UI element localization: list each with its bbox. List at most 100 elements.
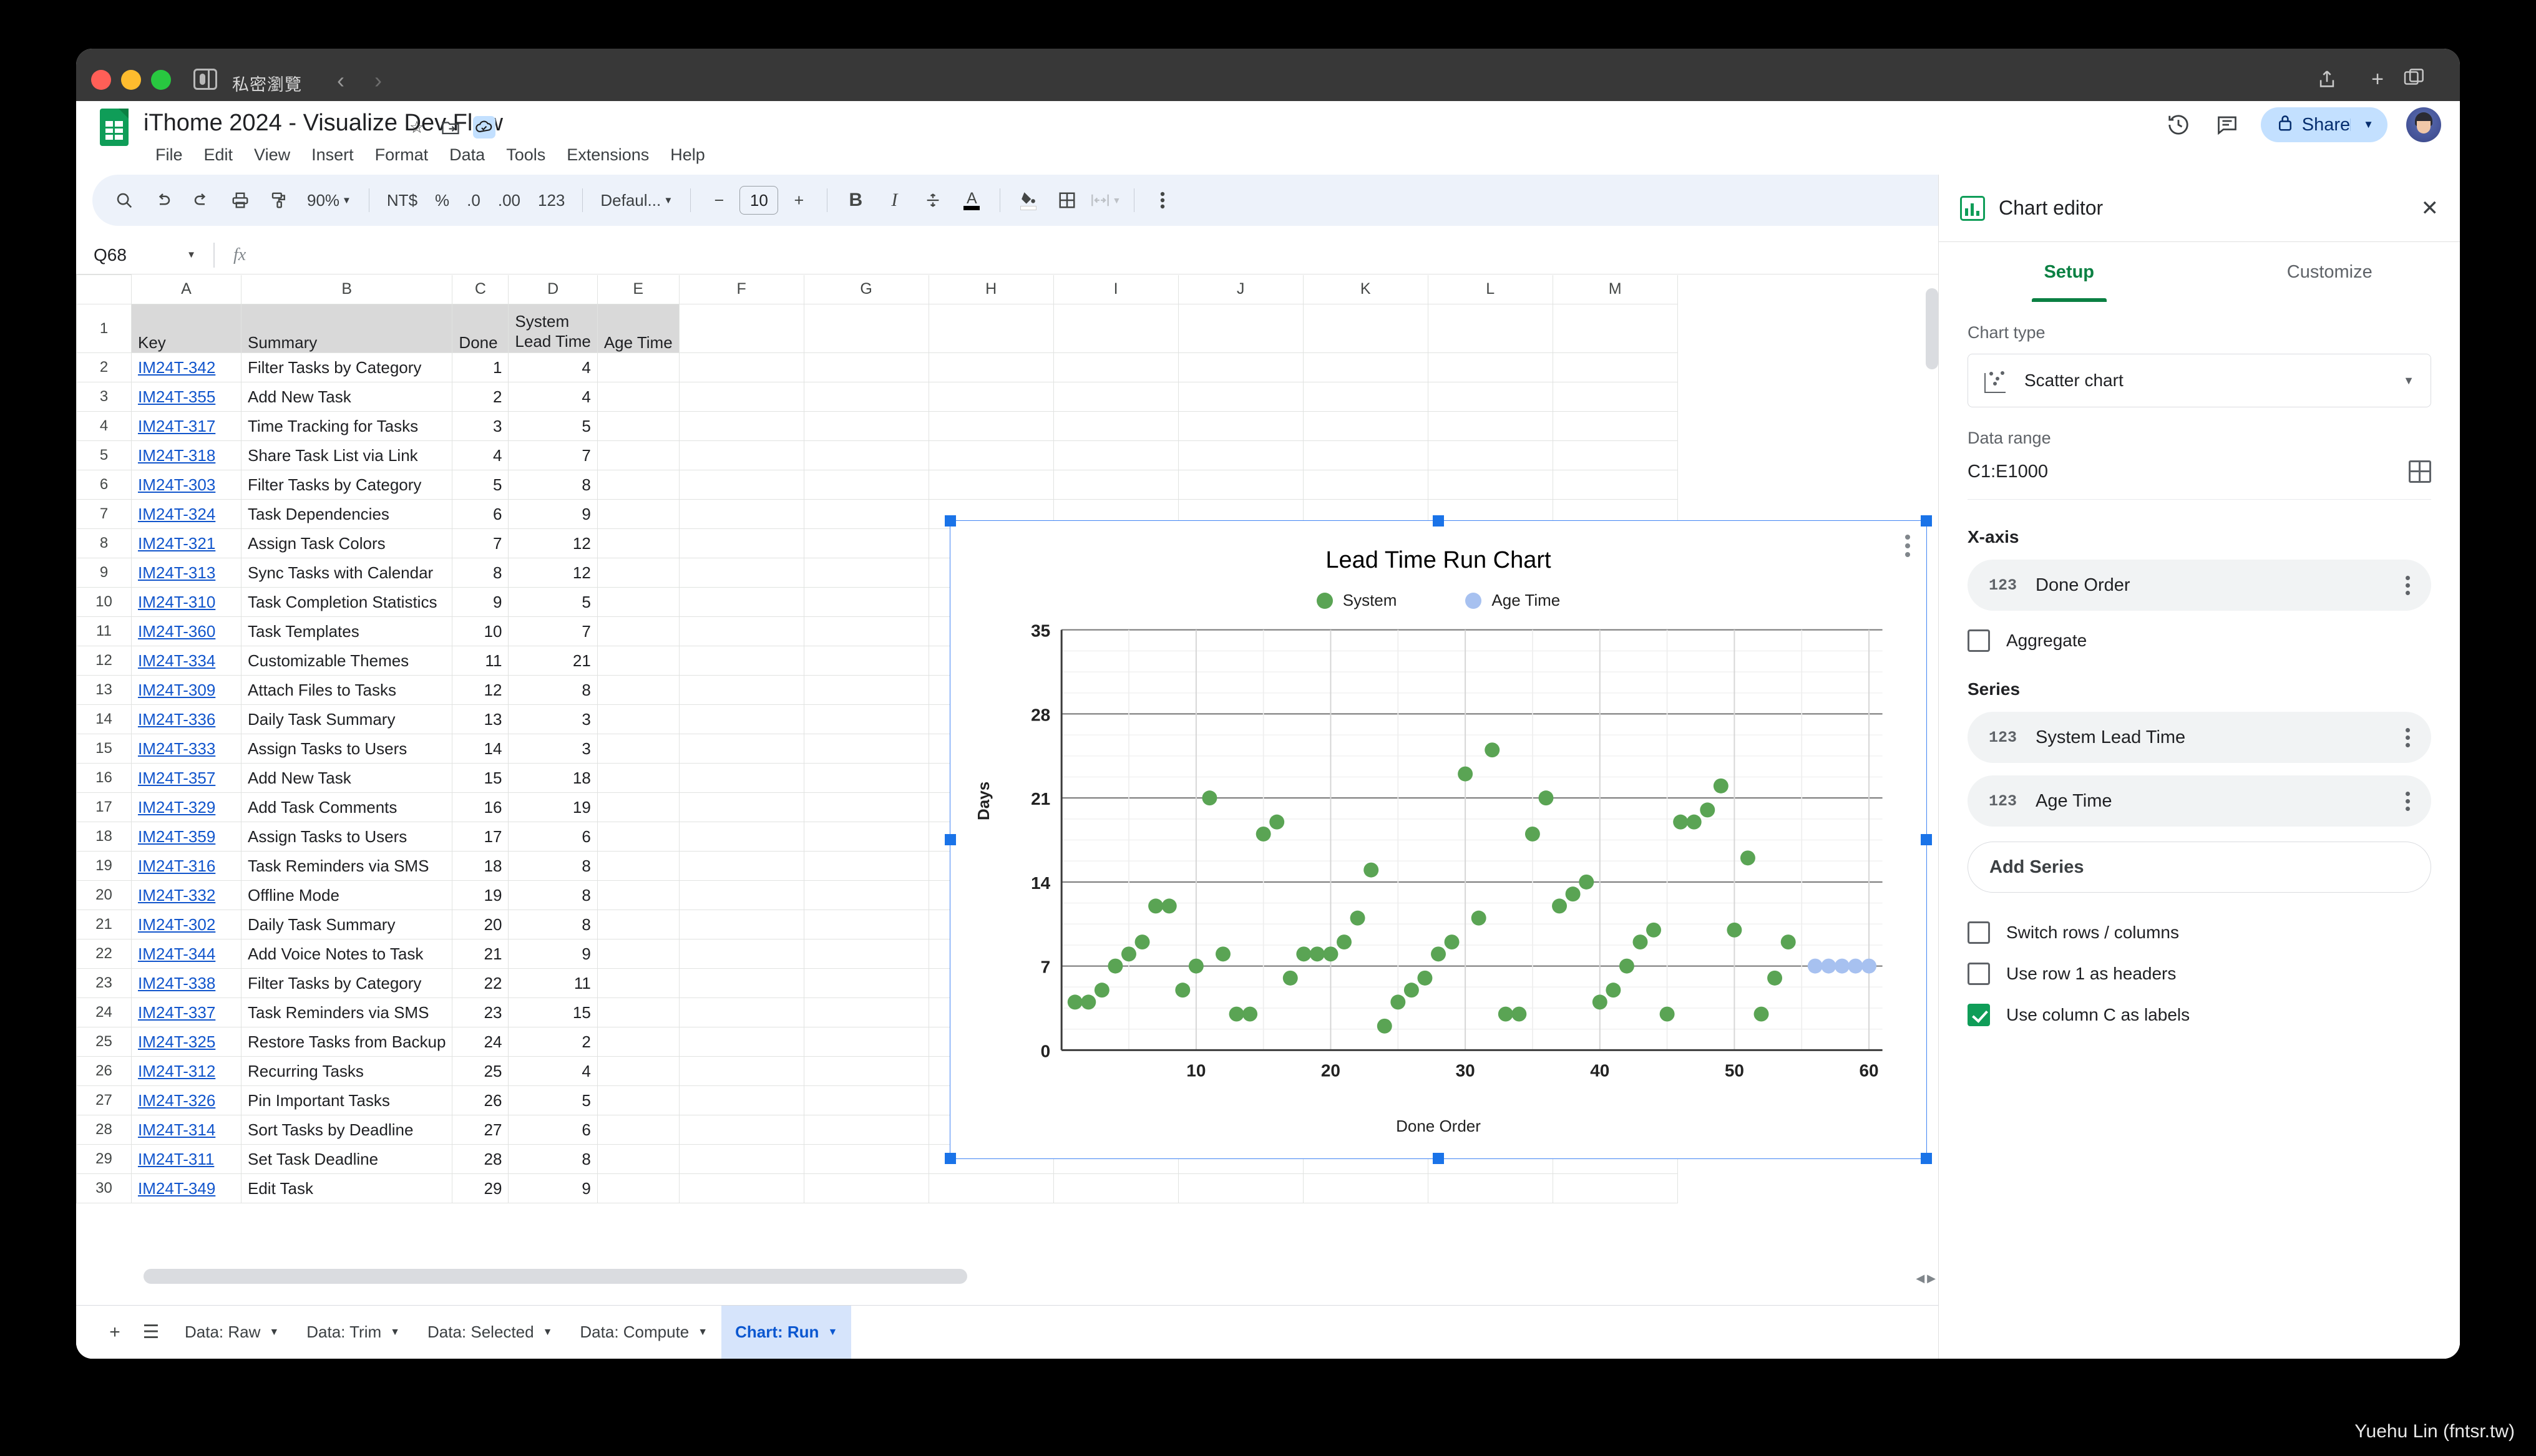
- chevron-down-icon[interactable]: ▼: [698, 1327, 708, 1338]
- minimize-window-button[interactable]: [121, 70, 141, 90]
- name-box[interactable]: Q68 ▼: [76, 236, 213, 274]
- column-header-c[interactable]: C: [452, 274, 509, 304]
- search-icon[interactable]: [106, 182, 142, 218]
- cell-empty[interactable]: [678, 646, 804, 676]
- cell-key[interactable]: IM24T-344: [131, 939, 241, 969]
- cell-age-time[interactable]: [597, 352, 680, 382]
- cell-empty[interactable]: [1178, 470, 1304, 500]
- cell-done[interactable]: 6: [452, 499, 509, 529]
- cell-lead-time[interactable]: 12: [508, 528, 598, 558]
- cell-done[interactable]: 17: [452, 822, 509, 852]
- horizontal-scrollbar-thumb[interactable]: [144, 1269, 967, 1284]
- issue-link[interactable]: IM24T-329: [138, 798, 215, 817]
- issue-link[interactable]: IM24T-359: [138, 827, 215, 846]
- cell-age-time[interactable]: [597, 646, 680, 676]
- issue-link[interactable]: IM24T-333: [138, 739, 215, 758]
- use-row-1-headers-checkbox[interactable]: [1968, 963, 1990, 985]
- series-options-icon[interactable]: [2406, 791, 2410, 811]
- cell-lead-time[interactable]: 12: [508, 558, 598, 588]
- cell-summary[interactable]: Customizable Themes: [240, 646, 453, 676]
- cell-key[interactable]: IM24T-311: [131, 1144, 241, 1174]
- data-range-input[interactable]: C1:E1000: [1968, 462, 2048, 482]
- cell-key[interactable]: IM24T-316: [131, 851, 241, 881]
- row-header[interactable]: 3: [76, 382, 132, 412]
- row-header[interactable]: 5: [76, 440, 132, 470]
- cell-done[interactable]: 10: [452, 616, 509, 646]
- cell-age-time[interactable]: [597, 1056, 680, 1086]
- sidebar-toggle-icon[interactable]: [193, 69, 217, 90]
- cell-done[interactable]: 7: [452, 528, 509, 558]
- cell-summary[interactable]: Filter Tasks by Category: [240, 968, 453, 998]
- cell-key[interactable]: IM24T-312: [131, 1056, 241, 1086]
- cell-done[interactable]: 5: [452, 470, 509, 500]
- share-dropdown-caret-icon[interactable]: ▼: [2350, 119, 2385, 131]
- strikethrough-button[interactable]: [915, 182, 951, 218]
- cell-empty[interactable]: [678, 968, 804, 998]
- cell-empty[interactable]: [803, 558, 929, 588]
- cell-key[interactable]: IM24T-314: [131, 1115, 241, 1145]
- chevron-down-icon[interactable]: ▼: [390, 1327, 400, 1338]
- version-history-icon[interactable]: [2163, 110, 2193, 140]
- cell-age-time[interactable]: [597, 616, 680, 646]
- cell-summary[interactable]: Edit Task: [240, 1173, 453, 1203]
- cell-empty[interactable]: [1053, 411, 1179, 441]
- select-all-corner[interactable]: [76, 274, 132, 304]
- paint-format-icon[interactable]: [261, 182, 297, 218]
- cell-summary[interactable]: Filter Tasks by Category: [240, 470, 453, 500]
- row-header[interactable]: 21: [76, 910, 132, 939]
- cell-empty[interactable]: [1302, 382, 1428, 412]
- row-header[interactable]: 10: [76, 587, 132, 617]
- cell-empty[interactable]: [803, 1085, 929, 1115]
- menu-tools[interactable]: Tools: [495, 142, 556, 168]
- scroll-right-icon[interactable]: ▶: [1927, 1272, 1936, 1285]
- cell-lead-time[interactable]: 19: [508, 792, 598, 822]
- cell-key-header[interactable]: Key: [131, 304, 241, 353]
- number-format-button[interactable]: 123: [530, 182, 572, 218]
- cell-empty[interactable]: [678, 939, 804, 969]
- cell-done[interactable]: 13: [452, 704, 509, 734]
- series-chip-system-lead-time[interactable]: 123 System Lead Time: [1968, 712, 2431, 763]
- row-header[interactable]: 9: [76, 558, 132, 588]
- row-header[interactable]: 14: [76, 704, 132, 734]
- new-tab-button[interactable]: +: [2371, 69, 2384, 90]
- cell-done[interactable]: 22: [452, 968, 509, 998]
- cell-key[interactable]: IM24T-326: [131, 1085, 241, 1115]
- close-window-button[interactable]: [91, 70, 111, 90]
- decrease-decimal-button[interactable]: .0: [459, 182, 488, 218]
- issue-link[interactable]: IM24T-313: [138, 563, 215, 582]
- cell-empty[interactable]: [803, 851, 929, 881]
- cell-empty[interactable]: [1178, 304, 1304, 353]
- cell-age-time[interactable]: [597, 1144, 680, 1174]
- x-axis-options-icon[interactable]: [2406, 575, 2410, 595]
- text-color-button[interactable]: A: [953, 182, 990, 218]
- column-header-f[interactable]: F: [678, 274, 804, 304]
- cell-empty[interactable]: [678, 997, 804, 1027]
- cell-summary-header[interactable]: Summary: [240, 304, 453, 353]
- cell-empty[interactable]: [803, 528, 929, 558]
- fill-color-icon[interactable]: [1010, 182, 1046, 218]
- cell-empty[interactable]: [1302, 352, 1428, 382]
- issue-link[interactable]: IM24T-326: [138, 1091, 215, 1110]
- cell-age-time[interactable]: [597, 499, 680, 529]
- cell-empty[interactable]: [678, 1056, 804, 1086]
- forward-button[interactable]: ›: [374, 67, 382, 94]
- cell-age-time[interactable]: [597, 382, 680, 412]
- cell-done[interactable]: 23: [452, 997, 509, 1027]
- cell-empty[interactable]: [678, 851, 804, 881]
- row-header[interactable]: 13: [76, 675, 132, 705]
- cell-empty[interactable]: [803, 1115, 929, 1145]
- issue-link[interactable]: IM24T-312: [138, 1062, 215, 1080]
- issue-link[interactable]: IM24T-303: [138, 475, 215, 494]
- cell-lead-time[interactable]: 15: [508, 997, 598, 1027]
- cell-empty[interactable]: [803, 352, 929, 382]
- cell-empty[interactable]: [678, 470, 804, 500]
- cell-age-time[interactable]: [597, 704, 680, 734]
- cell-lead-time[interactable]: 5: [508, 411, 598, 441]
- cell-key[interactable]: IM24T-313: [131, 558, 241, 588]
- cell-empty[interactable]: [678, 792, 804, 822]
- percent-format-button[interactable]: %: [427, 182, 457, 218]
- cell-empty[interactable]: [1552, 470, 1678, 500]
- cell-summary[interactable]: Daily Task Summary: [240, 910, 453, 939]
- move-to-folder-icon[interactable]: [439, 116, 462, 138]
- cell-key[interactable]: IM24T-359: [131, 822, 241, 852]
